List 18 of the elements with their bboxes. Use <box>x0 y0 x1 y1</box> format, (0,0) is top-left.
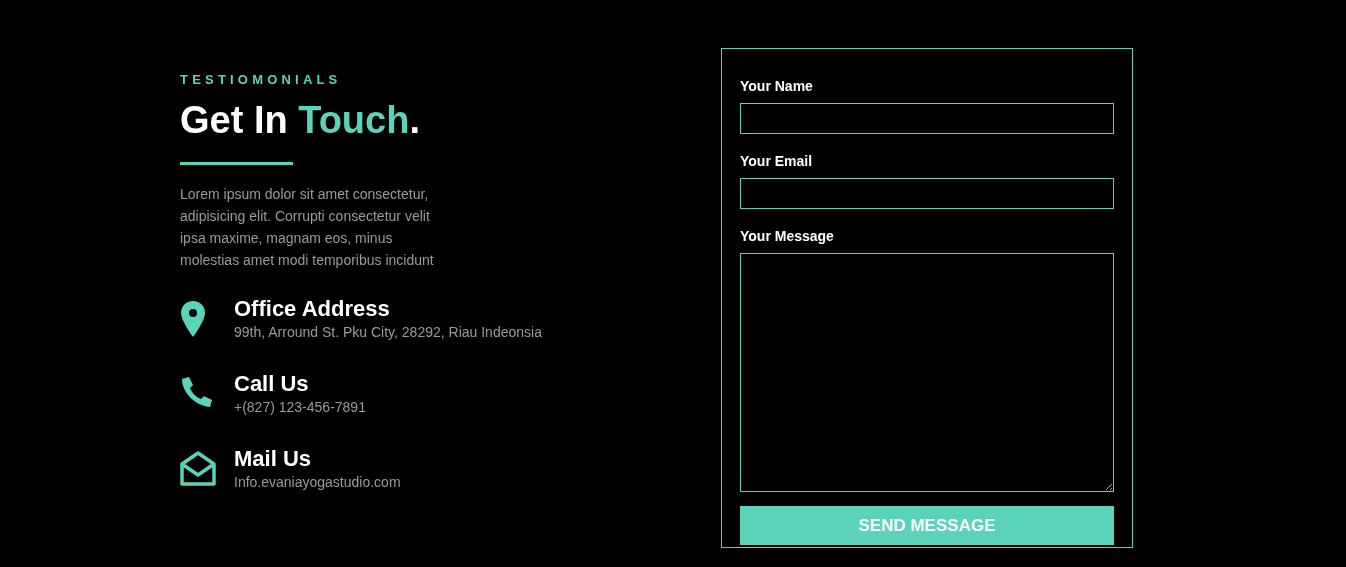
send-button[interactable]: SEND MESSAGE <box>740 506 1114 545</box>
contact-title: Call Us <box>234 370 310 398</box>
pin-icon <box>180 301 206 337</box>
contact-detail: 99th, Arround St. Pku City, 28292, Riau Indeonsia <box>234 323 542 341</box>
contact-detail: Info.evaniayogastudio.com <box>234 473 401 491</box>
field-label: Your Message <box>740 227 835 245</box>
section-label: TESTIOMONIALS <box>180 72 343 88</box>
input-field[interactable] <box>740 103 1114 134</box>
contact-title: Office Address <box>234 295 391 323</box>
message-field[interactable] <box>740 253 1114 492</box>
field-label: Your Name <box>740 77 814 95</box>
intro-paragraph: Lorem ipsum dolor sit amet consectetur, adipisicing elit. Corrupti consectetur velit ipsa maxime, magnam eos, minus molestias amet modi temporibus incidunt <box>180 185 435 270</box>
envelope-icon <box>180 451 216 487</box>
contact-title: Mail Us <box>234 445 313 473</box>
field-label: Your Email <box>740 152 814 170</box>
input-field[interactable] <box>740 178 1114 209</box>
contact-detail: +(827) 123-456-7891 <box>234 398 366 416</box>
section-heading: Get In Touch. <box>180 98 421 142</box>
